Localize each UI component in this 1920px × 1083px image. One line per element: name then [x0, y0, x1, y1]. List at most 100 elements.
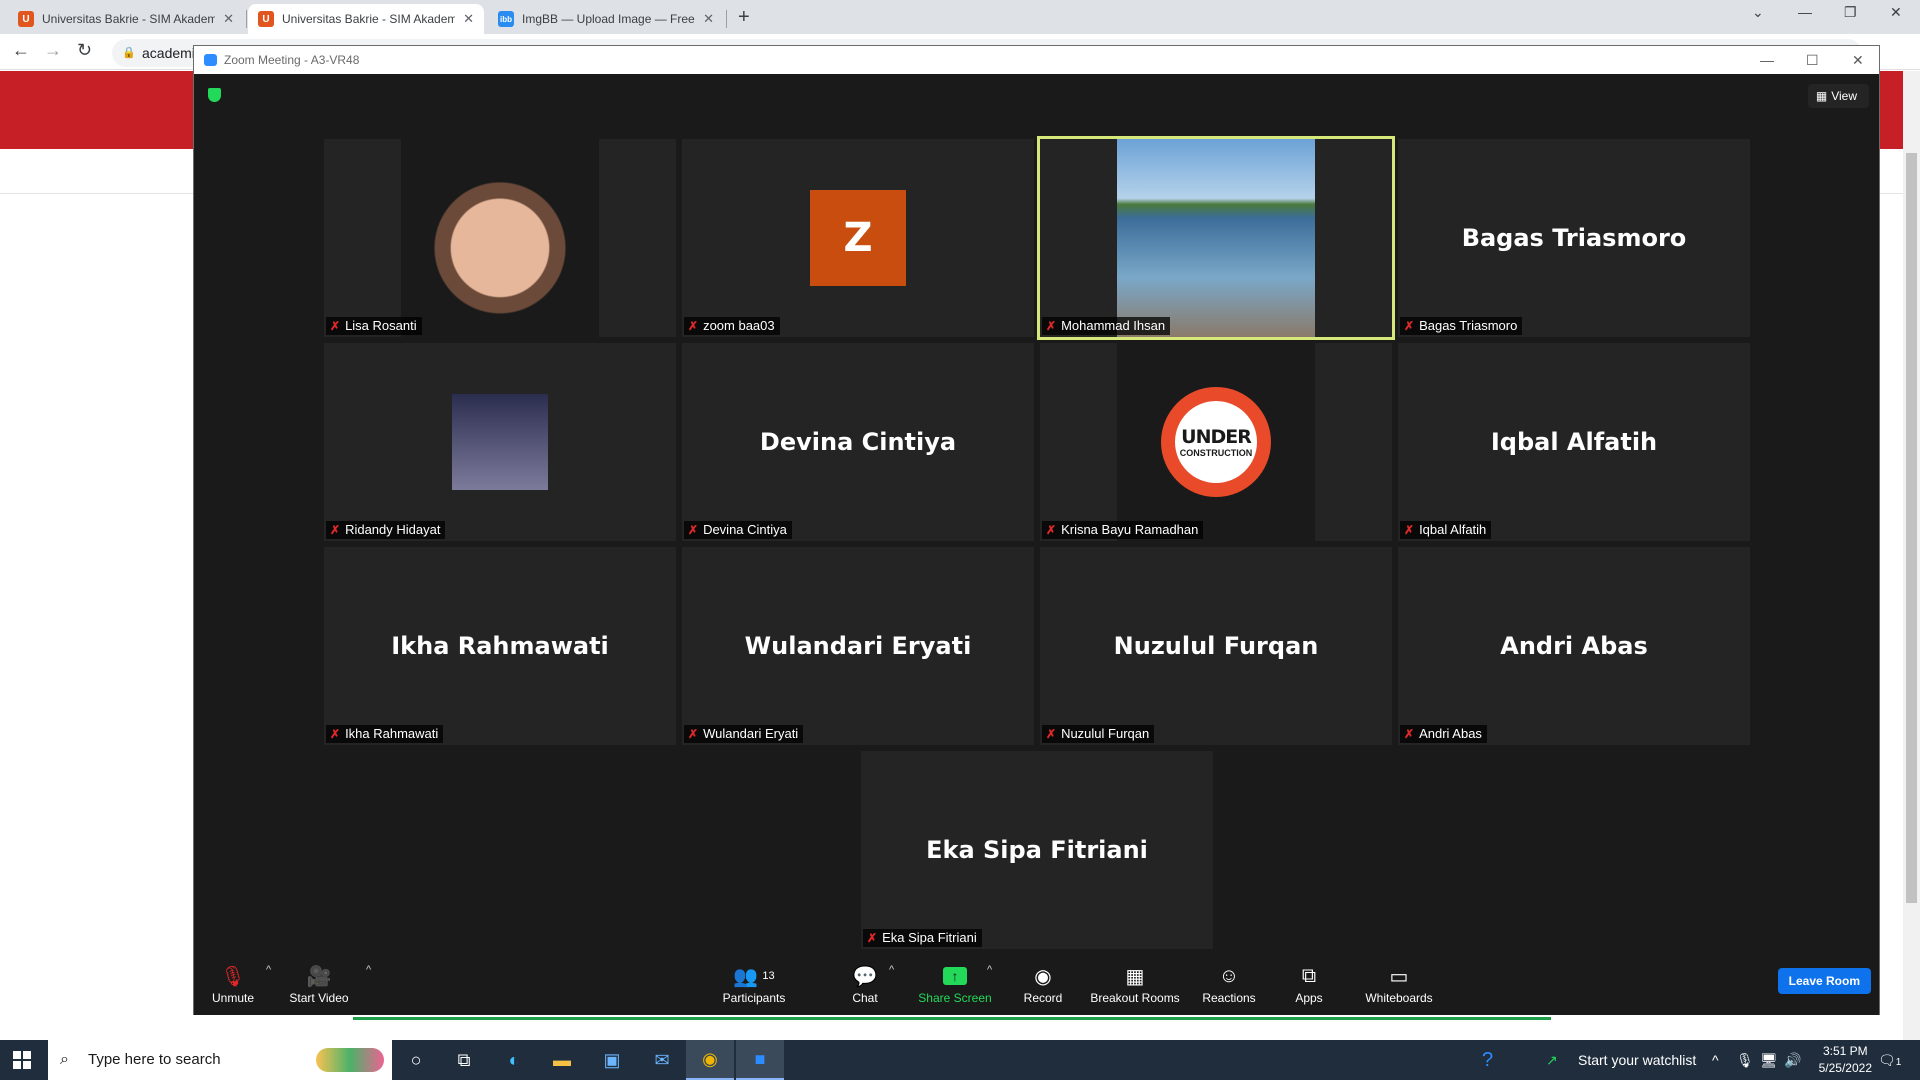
- zoom-minimize-icon[interactable]: —: [1760, 46, 1774, 74]
- taskbar-search-box[interactable]: ⌕ Type here to search: [48, 1040, 392, 1080]
- participant-name-label: ✗ Mohammad Ihsan: [1042, 317, 1171, 335]
- audio-options-caret-icon[interactable]: ^: [266, 964, 271, 976]
- close-tab-icon[interactable]: ✕: [463, 11, 474, 27]
- whiteboards-label: Whiteboards: [1365, 991, 1433, 1005]
- scrollbar-thumb[interactable]: [1906, 153, 1917, 903]
- tab-title: ImgBB — Upload Image — Free Image Hostin…: [522, 12, 695, 26]
- close-tab-icon[interactable]: ✕: [223, 11, 234, 27]
- task-view-icon[interactable]: ⧉: [440, 1040, 488, 1080]
- video-tile[interactable]: Eka Sipa Fitriani ✗ Eka Sipa Fitriani: [861, 751, 1213, 949]
- mail-icon[interactable]: ✉: [638, 1040, 686, 1080]
- leave-room-button[interactable]: Leave Room: [1777, 968, 1871, 994]
- unmute-label: Unmute: [211, 991, 255, 1005]
- microphone-tray-icon[interactable]: 🎙: [1736, 1040, 1754, 1080]
- participant-display-name: Devina Cintiya: [759, 428, 957, 456]
- chrome-icon[interactable]: ◉: [686, 1040, 734, 1080]
- participant-name-label: ✗ Bagas Triasmoro: [1400, 317, 1523, 335]
- video-tile[interactable]: Ikha Rahmawati ✗ Ikha Rahmawati: [324, 547, 676, 745]
- video-tile[interactable]: Z ✗ zoom baa03: [682, 139, 1034, 337]
- video-tile[interactable]: Iqbal Alfatih ✗ Iqbal Alfatih: [1398, 343, 1750, 541]
- minimize-icon[interactable]: —: [1798, 4, 1812, 20]
- unmute-button[interactable]: 🎙 Unmute: [211, 962, 255, 1006]
- close-window-icon[interactable]: ✕: [1890, 4, 1902, 21]
- muted-mic-icon: ✗: [688, 319, 699, 333]
- participant-name-label: ✗ Ikha Rahmawati: [326, 725, 444, 743]
- browser-tab-1[interactable]: U Universitas Bakrie - SIM Akademik ✕: [8, 4, 244, 34]
- tab-divider: [246, 10, 247, 28]
- tab-search-icon[interactable]: ⌄: [1752, 4, 1764, 21]
- share-screen-button[interactable]: ↑ Share Screen: [918, 962, 992, 1005]
- watchlist-widget[interactable]: Start your watchlist: [1578, 1040, 1696, 1080]
- zoom-close-icon[interactable]: ✕: [1852, 46, 1864, 74]
- start-video-button[interactable]: 🎥 Start Video: [286, 962, 352, 1006]
- file-explorer-icon[interactable]: ▬: [538, 1040, 586, 1080]
- notifications-icon[interactable]: 🗨1: [1878, 1040, 1901, 1080]
- record-icon: ◉: [1034, 965, 1052, 988]
- chat-options-caret-icon[interactable]: ^: [889, 964, 894, 976]
- breakout-rooms-icon: ▦: [1125, 965, 1145, 988]
- reactions-label: Reactions: [1202, 991, 1256, 1005]
- muted-microphone-icon: 🎙: [220, 965, 246, 988]
- participant-photo: [1117, 139, 1315, 337]
- breakout-rooms-button[interactable]: ▦ Breakout Rooms: [1089, 962, 1181, 1006]
- browser-tab-3[interactable]: ibb ImgBB — Upload Image — Free Image Ho…: [488, 4, 724, 34]
- network-icon[interactable]: 🖥: [1760, 1040, 1778, 1080]
- help-icon[interactable]: ?: [1482, 1040, 1493, 1080]
- volume-icon[interactable]: 🔊: [1784, 1040, 1801, 1080]
- record-button[interactable]: ◉ Record: [1021, 962, 1065, 1006]
- edge-icon[interactable]: ◐: [490, 1040, 538, 1080]
- zoom-maximize-icon[interactable]: ☐: [1806, 46, 1819, 74]
- video-tile[interactable]: ✗ Lisa Rosanti: [324, 139, 676, 337]
- zoom-app-icon[interactable]: ■: [736, 1040, 784, 1080]
- back-icon[interactable]: ←: [12, 40, 30, 61]
- whiteboards-button[interactable]: ▭ Whiteboards: [1360, 962, 1438, 1006]
- video-tile[interactable]: Devina Cintiya ✗ Devina Cintiya: [682, 343, 1034, 541]
- share-options-caret-icon[interactable]: ^: [987, 964, 992, 976]
- system-clock[interactable]: 3:51 PM 5/25/2022: [1819, 1043, 1872, 1077]
- video-tile-active-speaker[interactable]: ✗ Mohammad Ihsan: [1037, 136, 1395, 340]
- participant-display-name: Bagas Triasmoro: [1461, 224, 1687, 252]
- participant-name-label: ✗ Andri Abas: [1400, 725, 1487, 743]
- lock-icon: 🔒: [122, 47, 136, 59]
- participant-name: Ridandy Hidayat: [345, 522, 441, 537]
- view-button[interactable]: ▦ View: [1807, 84, 1869, 108]
- university-favicon-icon: U: [18, 11, 34, 27]
- cortana-icon[interactable]: ○: [392, 1040, 440, 1080]
- reload-icon[interactable]: ↻: [77, 40, 92, 61]
- participant-name: Nuzulul Furqan: [1061, 726, 1150, 741]
- video-tile[interactable]: ✗ Ridandy Hidayat: [324, 343, 676, 541]
- participant-name: zoom baa03: [703, 318, 775, 333]
- browser-tabstrip: U Universitas Bakrie - SIM Akademik ✕ U …: [0, 0, 1920, 34]
- participant-name-label: ✗ Nuzulul Furqan: [1042, 725, 1155, 743]
- show-hidden-icons-icon[interactable]: ^: [1712, 1040, 1719, 1080]
- video-tile[interactable]: Nuzulul Furqan ✗ Nuzulul Furqan: [1040, 547, 1392, 745]
- store-icon[interactable]: ▣: [588, 1040, 636, 1080]
- stock-chart-icon[interactable]: ↗: [1546, 1040, 1558, 1080]
- reactions-button[interactable]: ☺ Reactions: [1199, 962, 1259, 1006]
- video-options-caret-icon[interactable]: ^: [366, 964, 371, 976]
- browser-tab-2[interactable]: U Universitas Bakrie - SIM Akademik ✕: [248, 4, 484, 34]
- participants-button[interactable]: 👥 13 Participants: [719, 962, 789, 1006]
- new-tab-button[interactable]: +: [738, 6, 750, 29]
- video-tile[interactable]: Wulandari Eryati ✗ Wulandari Eryati: [682, 547, 1034, 745]
- video-tile[interactable]: UNDER CONSTRUCTION ✗ Krisna Bayu Ramadhan: [1040, 343, 1392, 541]
- chat-button[interactable]: 💬 Chat: [845, 962, 885, 1006]
- restore-icon[interactable]: ❐: [1844, 4, 1857, 21]
- participant-display-name: Ikha Rahmawati: [391, 632, 609, 660]
- forward-icon[interactable]: →: [44, 40, 62, 61]
- view-label: View: [1831, 89, 1857, 103]
- participant-display-name: Iqbal Alfatih: [1490, 428, 1658, 456]
- video-tile[interactable]: Andri Abas ✗ Andri Abas: [1398, 547, 1750, 745]
- windows-start-icon[interactable]: [13, 1051, 31, 1069]
- close-tab-icon[interactable]: ✕: [703, 11, 714, 27]
- participant-name: Andri Abas: [1419, 726, 1482, 741]
- share-screen-icon: ↑: [943, 962, 967, 990]
- muted-mic-icon: ✗: [1046, 727, 1057, 741]
- video-tile[interactable]: Bagas Triasmoro ✗ Bagas Triasmoro: [1398, 139, 1750, 337]
- page-scrollbar[interactable]: [1903, 71, 1920, 1041]
- tab-divider: [726, 10, 727, 28]
- participant-name-label: ✗ Krisna Bayu Ramadhan: [1042, 521, 1204, 539]
- encryption-shield-icon[interactable]: [208, 88, 221, 102]
- apps-button[interactable]: ⧉ Apps: [1291, 962, 1327, 1006]
- participant-display-name: Wulandari Eryati: [744, 632, 972, 660]
